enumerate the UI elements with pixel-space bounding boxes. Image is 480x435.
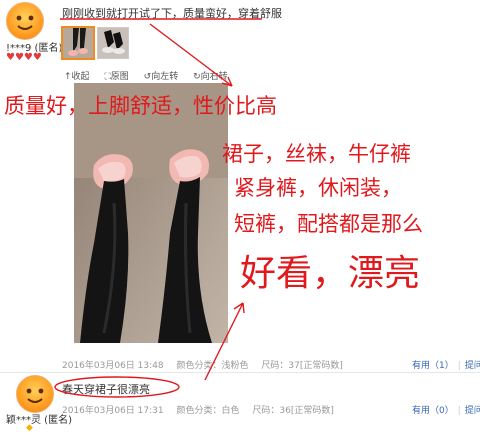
collapse-button[interactable]: ↑收起 <box>64 72 96 82</box>
useful-link[interactable]: 有用（0） <box>412 406 454 416</box>
photo-legs-in-shoes-image <box>74 83 228 343</box>
annotation-text: 短裤，配搭都是那么 <box>234 212 423 236</box>
image-toolbar: ↑收起 ⛶原图 ↺向左转 ↻向右转 <box>64 69 240 82</box>
review-date: 2016年03月06日 17:31 <box>62 406 164 416</box>
avatar-face-icon <box>16 15 34 30</box>
review-meta: 2016年03月06日 17:31 颜色分类：白色 尺码：36[正常码数] <box>62 403 344 416</box>
review-meta: 2016年03月06日 13:48 颜色分类：浅粉色 尺码：37[正常码数] <box>62 358 353 371</box>
review-text: 刚刚收到就打开试了下，质量蛮好，穿着舒服 <box>62 7 282 20</box>
annotation-text: 裙子，丝袜，牛仔裤 <box>222 142 411 166</box>
review-photo[interactable] <box>74 83 228 343</box>
annotation-arrowhead <box>233 302 245 314</box>
original-image-button[interactable]: ⛶原图 <box>104 72 134 82</box>
review-date: 2016年03月06日 13:48 <box>62 361 164 371</box>
annotation-text: 紧身裤，休闲装， <box>234 176 402 200</box>
thumbnail-legs-image <box>63 28 93 58</box>
review-text: 春天穿裙子很漂亮 <box>62 383 150 396</box>
member-badge-icon: ◆ <box>26 423 33 433</box>
annotation-text: 质量好，上脚舒适，性价比高 <box>4 94 277 118</box>
review-divider <box>0 372 480 373</box>
rotate-right-button[interactable]: ↻向右转 <box>193 72 234 82</box>
useful-link[interactable]: 有用（1） <box>412 361 454 371</box>
avatar <box>6 2 44 40</box>
avatar <box>16 375 54 413</box>
review-size: 尺码：36[正常码数] <box>252 406 334 416</box>
annotation-text: 好看，漂亮 <box>240 253 421 294</box>
review-color: 颜色分类：浅粉色 <box>176 361 249 371</box>
review-actions: 有用（1） | 提问 <box>412 358 480 371</box>
review-actions: 有用（0） | 提问 <box>412 403 480 416</box>
review-color: 颜色分类：白色 <box>176 406 240 416</box>
rating-hearts: ♥♥♥♥ <box>6 52 42 63</box>
review-size: 尺码：37[正常码数] <box>261 361 343 371</box>
avatar-face-icon <box>26 388 44 403</box>
thumbnail-shoes-image <box>98 28 128 58</box>
review-thumbnail[interactable] <box>97 27 129 59</box>
rotate-left-button[interactable]: ↺向左转 <box>144 72 185 82</box>
reply-link[interactable]: 提问 <box>465 406 480 416</box>
reply-link[interactable]: 提问 <box>465 361 480 371</box>
review-thumbnail[interactable] <box>61 26 95 60</box>
